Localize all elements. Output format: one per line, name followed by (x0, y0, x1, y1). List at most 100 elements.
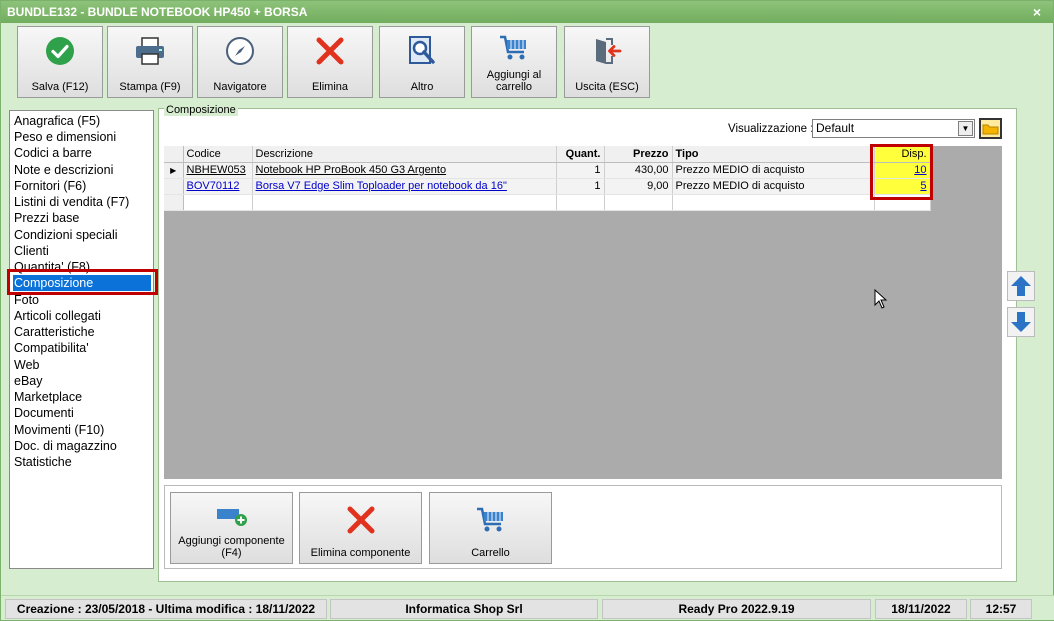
view-label: Visualizzazione : (728, 123, 814, 135)
sidebar-item-movimenti[interactable]: Movimenti (F10) (13, 422, 151, 438)
new-row-cell[interactable] (183, 194, 253, 211)
sidebar-item-anagrafica[interactable]: Anagrafica (F5) (13, 113, 151, 129)
components-grid: Codice Descrizione Quant. Prezzo Tipo Di… (164, 146, 931, 211)
sidebar-item-marketplace[interactable]: Marketplace (13, 389, 151, 405)
sidebar-item-note[interactable]: Note e descrizioni (13, 162, 151, 178)
row-indicator-header (164, 146, 184, 163)
print-button[interactable]: Stampa (F9) (107, 26, 193, 98)
arrow-down-icon (1011, 312, 1031, 332)
exit-button[interactable]: Uscita (ESC) (564, 26, 650, 98)
title-bar: BUNDLE132 - BUNDLE NOTEBOOK HP450 + BORS… (1, 1, 1053, 23)
grid-header-row: Codice Descrizione Quant. Prezzo Tipo Di… (164, 146, 931, 163)
new-row[interactable] (164, 194, 931, 211)
new-row-indicator (164, 194, 184, 211)
table-row[interactable]: BOV70112 Borsa V7 Edge Slim Toploader pe… (164, 178, 931, 195)
window-title: BUNDLE132 - BUNDLE NOTEBOOK HP450 + BORS… (7, 5, 308, 19)
check-icon (46, 37, 74, 65)
selected-highlight-box (7, 269, 158, 295)
delete-x-icon (316, 37, 344, 65)
row-prezzo[interactable]: 9,00 (604, 178, 673, 195)
row-codice[interactable]: BOV70112 (183, 178, 253, 195)
exit-door-icon (596, 38, 622, 64)
new-row-cell[interactable] (252, 194, 557, 211)
row-quant[interactable]: 1 (556, 178, 605, 195)
move-down-button[interactable] (1007, 307, 1035, 337)
compass-icon (226, 37, 254, 65)
column-header-tipo[interactable]: Tipo (672, 146, 875, 163)
status-company: Informatica Shop Srl (330, 599, 598, 619)
cart-icon (476, 507, 503, 532)
add-component-label: Aggiungi componente (F4) (178, 535, 285, 559)
column-header-codice[interactable]: Codice (183, 146, 253, 163)
folder-button[interactable] (979, 118, 1002, 139)
sidebar-item-documenti[interactable]: Documenti (13, 405, 151, 421)
status-time: 12:57 (970, 599, 1032, 619)
sidebar-item-clienti[interactable]: Clienti (13, 243, 151, 259)
row-descrizione[interactable]: Notebook HP ProBook 450 G3 Argento (252, 162, 557, 179)
new-row-cell[interactable] (556, 194, 605, 211)
chevron-down-icon[interactable]: ▼ (958, 121, 973, 136)
print-label: Stampa (F9) (119, 81, 181, 93)
close-icon[interactable]: × (1029, 1, 1045, 23)
save-button[interactable]: Salva (F12) (17, 26, 103, 98)
cart-label: Carrello (471, 547, 510, 559)
row-quant[interactable]: 1 (556, 162, 605, 179)
status-bar: Creazione : 23/05/2018 - Ultima modifica… (1, 595, 1054, 620)
exit-label: Uscita (ESC) (575, 81, 639, 93)
navigator-button[interactable]: Navigatore (197, 26, 283, 98)
printer-icon (136, 37, 164, 65)
save-label: Salva (F12) (31, 81, 89, 93)
delete-button[interactable]: Elimina (287, 26, 373, 98)
delete-component-button[interactable]: Elimina componente (299, 492, 422, 564)
sidebar-item-compatibilita[interactable]: Compatibilita' (13, 340, 151, 356)
other-label: Altro (410, 81, 434, 93)
new-row-cell[interactable] (604, 194, 673, 211)
sidebar-item-condizioni[interactable]: Condizioni speciali (13, 227, 151, 243)
magnifier-icon (409, 36, 435, 64)
sidebar-item-peso[interactable]: Peso e dimensioni (13, 129, 151, 145)
sidebar-item-fornitori[interactable]: Fornitori (F6) (13, 178, 151, 194)
status-date: 18/11/2022 (875, 599, 967, 619)
delete-x-icon (347, 506, 374, 534)
row-descrizione[interactable]: Borsa V7 Edge Slim Toploader per noteboo… (252, 178, 557, 195)
other-button[interactable]: Altro (379, 26, 465, 98)
delete-component-label: Elimina componente (310, 547, 411, 559)
sidebar-item-caratteristiche[interactable]: Caratteristiche (13, 324, 151, 340)
row-tipo[interactable]: Prezzo MEDIO di acquisto (672, 162, 875, 179)
add-component-icon (216, 509, 247, 526)
delete-label: Elimina (311, 81, 349, 93)
sidebar-item-codici[interactable]: Codici a barre (13, 145, 151, 161)
view-select[interactable]: Default ▼ (812, 119, 975, 138)
sidebar-item-web[interactable]: Web (13, 357, 151, 373)
move-up-button[interactable] (1007, 271, 1035, 301)
add-to-cart-label: Aggiungi al carrello (486, 69, 542, 93)
disp-highlight-box (870, 144, 933, 200)
status-dates: Creazione : 23/05/2018 - Ultima modifica… (5, 599, 327, 619)
arrow-up-icon (1011, 276, 1031, 296)
composition-group-label: Composizione (164, 104, 238, 116)
row-codice[interactable]: NBHEW053 (183, 162, 253, 179)
row-pointer-icon: ▶ (164, 162, 184, 179)
row-tipo[interactable]: Prezzo MEDIO di acquisto (672, 178, 875, 195)
sidebar-item-prezzi-base[interactable]: Prezzi base (13, 210, 151, 226)
row-prezzo[interactable]: 430,00 (604, 162, 673, 179)
column-header-descrizione[interactable]: Descrizione (252, 146, 557, 163)
sidebar-item-doc-magazzino[interactable]: Doc. di magazzino (13, 438, 151, 454)
sidebar-item-articoli-collegati[interactable]: Articoli collegati (13, 308, 151, 324)
new-row-cell[interactable] (672, 194, 875, 211)
status-version: Ready Pro 2022.9.19 (602, 599, 871, 619)
add-to-cart-button[interactable]: Aggiungi al carrello (471, 26, 557, 98)
add-component-button[interactable]: Aggiungi componente (F4) (170, 492, 293, 564)
main-window: BUNDLE132 - BUNDLE NOTEBOOK HP450 + BORS… (0, 0, 1054, 621)
cart-button[interactable]: Carrello (429, 492, 552, 564)
sidebar-item-ebay[interactable]: eBay (13, 373, 151, 389)
row-indicator (164, 178, 184, 195)
column-header-prezzo[interactable]: Prezzo (604, 146, 673, 163)
view-select-value: Default (816, 121, 855, 135)
cart-icon (500, 35, 526, 60)
column-header-quant[interactable]: Quant. (556, 146, 605, 163)
table-row[interactable]: ▶ NBHEW053 Notebook HP ProBook 450 G3 Ar… (164, 162, 931, 179)
sidebar-item-listini[interactable]: Listini di vendita (F7) (13, 194, 151, 210)
navigator-label: Navigatore (213, 81, 267, 93)
sidebar-item-statistiche[interactable]: Statistiche (13, 454, 151, 470)
